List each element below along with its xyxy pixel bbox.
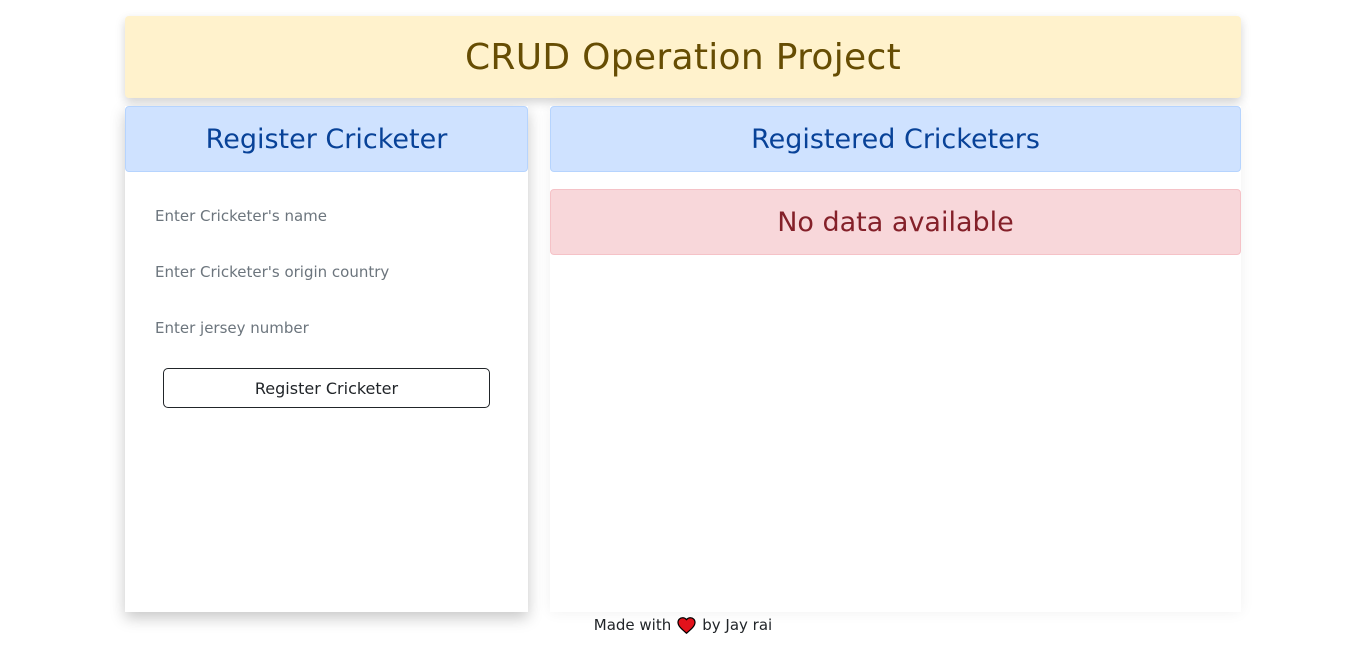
page-footer: Made with by Jay rai <box>0 616 1366 634</box>
footer-prefix: Made with <box>593 616 672 634</box>
registered-panel-header: Registered Cricketers <box>550 106 1241 172</box>
cricketer-name-input[interactable] <box>155 190 495 242</box>
jersey-number-input[interactable] <box>155 302 495 354</box>
register-panel-header: Register Cricketer <box>125 106 528 172</box>
empty-data-message: No data available <box>777 206 1014 238</box>
origin-country-input[interactable] <box>155 246 495 298</box>
register-panel-title: Register Cricketer <box>205 123 448 155</box>
register-cricketer-button[interactable]: Register Cricketer <box>163 368 490 408</box>
registered-panel-title: Registered Cricketers <box>751 123 1040 155</box>
register-form: Register Cricketer <box>125 172 528 408</box>
page-banner: CRUD Operation Project <box>125 16 1241 98</box>
heart-icon <box>677 616 696 634</box>
page-title: CRUD Operation Project <box>464 36 902 78</box>
app-root: CRUD Operation Project Register Crickete… <box>0 0 1366 657</box>
register-panel: Register Cricketer Register Cricketer <box>125 106 528 612</box>
footer-suffix: by Jay rai <box>702 616 773 634</box>
registered-panel: Registered Cricketers No data available <box>550 106 1241 612</box>
empty-data-alert: No data available <box>550 189 1241 255</box>
